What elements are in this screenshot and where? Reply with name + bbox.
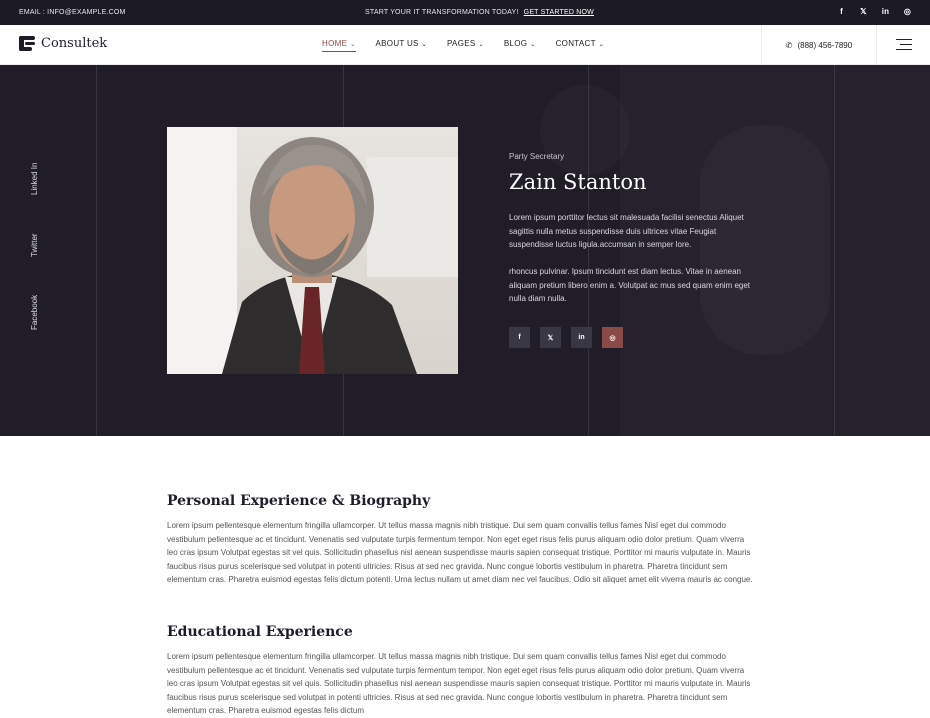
promo-text: START YOUR IT TRANSFORMATION TODAY! [365, 9, 519, 16]
side-link-linkedin[interactable]: Linked In [30, 163, 39, 195]
profile-hero: Linked In Twitter Facebook Party Secreta… [0, 65, 930, 436]
nav-home[interactable]: HOME ⌄ [322, 39, 356, 52]
nav-blog[interactable]: BLOG ⌄ [504, 39, 536, 52]
side-link-twitter[interactable]: Twitter [30, 233, 39, 257]
chevron-down-icon: ⌄ [421, 42, 428, 48]
top-socials: f 𝕏 in ◎ [837, 7, 912, 16]
profile-name: Zain Stanton [509, 170, 647, 194]
chevron-down-icon: ⌄ [350, 42, 356, 48]
promo-banner: START YOUR IT TRANSFORMATION TODAY! GET … [365, 9, 594, 16]
site-header: Consultek HOME ⌄ ABOUT US ⌄ PAGES ⌄ BLOG ⌄ C… [0, 25, 930, 65]
biography-heading: Personal Experience & Biography [167, 493, 431, 509]
nav-pages[interactable]: PAGES ⌄ [447, 39, 484, 52]
education-heading: Educational Experience [167, 624, 353, 640]
logo-icon [19, 36, 35, 51]
get-started-link[interactable]: GET STARTED NOW [524, 9, 594, 16]
phone-contact[interactable]: ✆ (888) 456-7890 [761, 25, 877, 65]
phone-icon: ✆ [785, 40, 793, 50]
education-text: Lorem ipsum pellentesque elementum fring… [167, 652, 751, 715]
profile-photo [167, 127, 458, 374]
chevron-down-icon: ⌄ [598, 42, 605, 48]
chevron-down-icon: ⌄ [478, 42, 484, 48]
x-icon[interactable]: 𝕏 [859, 7, 868, 16]
profile-bio-1: Lorem ipsum porttitor lectus sit malesua… [509, 213, 744, 249]
profile-role: Party Secretary [509, 152, 565, 161]
facebook-icon[interactable]: f [509, 327, 530, 348]
instagram-icon[interactable]: ◎ [602, 327, 623, 348]
contact-email: EMAIL : INFO@EXAMPLE.COM [19, 9, 126, 16]
profile-bio-2: rhoncus pulvinar. Ipsum tincidunt est di… [509, 267, 751, 303]
biography-text: Lorem ipsum pellentesque elementum fring… [167, 521, 753, 584]
main-nav: HOME ⌄ ABOUT US ⌄ PAGES ⌄ BLOG ⌄ CONTACT ⌄ [322, 39, 604, 52]
menu-icon[interactable] [896, 39, 912, 51]
x-icon[interactable]: 𝕏 [540, 327, 561, 348]
nav-contact[interactable]: CONTACT ⌄ [556, 39, 605, 52]
top-bar: EMAIL : INFO@EXAMPLE.COM START YOUR IT T… [0, 0, 930, 25]
logo-text: Consultek [41, 36, 108, 51]
chevron-down-icon: ⌄ [530, 42, 536, 48]
nav-about-us[interactable]: ABOUT US ⌄ [376, 39, 427, 52]
phone-number: (888) 456-7890 [797, 40, 853, 50]
logo[interactable]: Consultek [19, 36, 107, 51]
facebook-icon[interactable]: f [837, 7, 846, 16]
linkedin-icon[interactable]: in [881, 7, 890, 16]
instagram-icon[interactable]: ◎ [903, 7, 912, 16]
side-link-facebook[interactable]: Facebook [30, 295, 39, 330]
profile-socials: f 𝕏 in ◎ [509, 327, 623, 348]
linkedin-icon[interactable]: in [571, 327, 592, 348]
